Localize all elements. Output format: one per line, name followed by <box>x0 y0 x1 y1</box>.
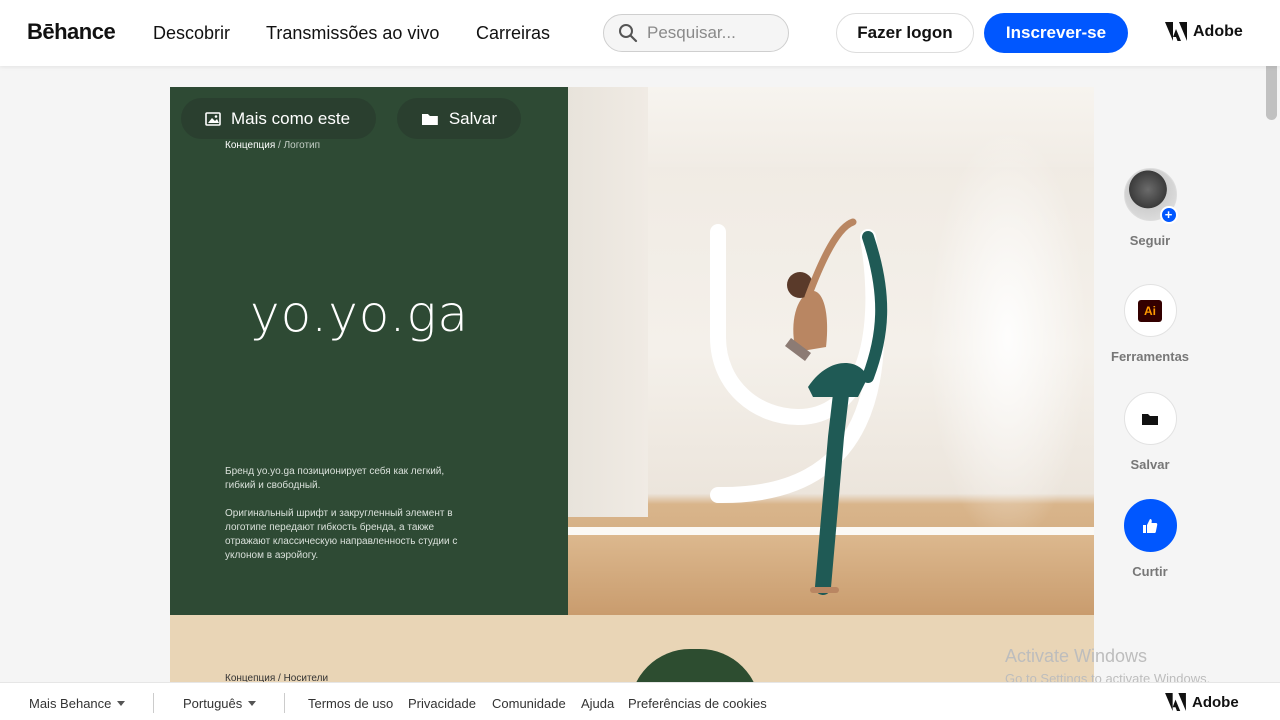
green-brand-panel: Концепция / Логотип yo.yo.ga Бренд yo.yo… <box>170 87 568 615</box>
breadcrumb: Концепция / Логотип <box>225 140 320 151</box>
thumbs-up-icon <box>1143 518 1158 533</box>
chevron-down-icon <box>248 701 257 706</box>
language-label: Português <box>183 696 243 711</box>
rail-tools[interactable]: Ai Ferramentas <box>1111 284 1189 364</box>
tools-button[interactable]: Ai <box>1123 284 1177 337</box>
nav-live-streams[interactable]: Transmissões ao vivo <box>266 23 439 44</box>
adobe-footer-link[interactable]: Adobe <box>1165 693 1239 711</box>
footer-link-community[interactable]: Comunidade <box>492 696 566 711</box>
like-button[interactable] <box>1123 499 1177 552</box>
image-icon <box>205 111 221 126</box>
project-description: Бренд yo.yo.ga позиционирует себя как ле… <box>225 465 475 563</box>
adobe-link[interactable]: Adobe <box>1165 22 1243 41</box>
breadcrumb-sep: / <box>278 140 281 151</box>
adobe-label: Adobe <box>1193 22 1243 40</box>
illustrator-icon: Ai <box>1138 299 1162 322</box>
more-behance-dropdown[interactable]: Mais Behance <box>29 696 126 711</box>
breadcrumb2-first: Концепция <box>225 673 276 682</box>
activate-title: Activate Windows <box>1005 646 1148 666</box>
save-overlay-button[interactable]: Salvar <box>397 98 521 139</box>
project-canvas: Концепция / Логотип yo.yo.ga Бренд yo.yo… <box>170 87 1094 682</box>
adobe-footer-label: Adobe <box>1192 693 1239 711</box>
signup-button[interactable]: Inscrever-se <box>984 13 1128 53</box>
adobe-icon <box>1165 22 1187 41</box>
nav-careers[interactable]: Carreiras <box>476 23 550 44</box>
more-like-this-label: Mais como este <box>231 108 351 128</box>
footer-link-help[interactable]: Ajuda <box>581 696 614 711</box>
chevron-down-icon <box>117 701 126 706</box>
breadcrumb2-second: Носители <box>283 673 329 682</box>
follow-label: Seguir <box>1129 233 1171 248</box>
yoga-photo <box>568 87 1094 615</box>
language-dropdown[interactable]: Português <box>183 696 257 711</box>
description-paragraph-2: Оригинальный шрифт и закругленный элемен… <box>225 508 458 561</box>
windows-activation-watermark: Activate Windows Go to Settings to activ… <box>1005 646 1210 686</box>
save-rail-button[interactable] <box>1123 392 1177 445</box>
brand-wordmark: yo.yo.ga <box>250 285 470 343</box>
footer-link-privacy[interactable]: Privacidade <box>408 696 476 711</box>
beige-section <box>170 615 1094 682</box>
nav-descobrir[interactable]: Descobrir <box>153 23 230 44</box>
rail-follow[interactable]: + Seguir <box>1111 168 1189 248</box>
footer-divider <box>153 693 154 713</box>
description-paragraph-1: Бренд yo.yo.ga позиционирует себя как ле… <box>225 466 445 491</box>
breadcrumb2-sep: / <box>278 673 281 682</box>
footer-link-terms[interactable]: Termos de uso <box>308 696 393 711</box>
author-avatar[interactable]: + <box>1123 168 1178 224</box>
folder-icon <box>421 113 438 125</box>
footer-divider <box>284 693 285 713</box>
footer-link-cookie-preferences[interactable]: Preferências de cookies <box>628 696 767 711</box>
breadcrumb-first: Концепция <box>225 140 276 151</box>
follow-plus-icon: + <box>1159 206 1178 224</box>
folder-icon <box>1142 413 1158 425</box>
breadcrumb-second-section: Концепция / Носители <box>225 673 328 682</box>
behance-logo[interactable]: Bēhance <box>27 19 116 45</box>
rail-save[interactable]: Salvar <box>1111 392 1189 472</box>
breadcrumb-second: Логотип <box>283 140 321 151</box>
more-like-this-button[interactable]: Mais como este <box>181 98 376 139</box>
search-icon <box>619 24 638 43</box>
like-label: Curtir <box>1132 564 1168 579</box>
search-input[interactable] <box>647 21 782 45</box>
rail-like[interactable]: Curtir <box>1111 499 1189 579</box>
save-rail-label: Salvar <box>1130 457 1170 472</box>
top-header: Bēhance Descobrir Transmissões ao vivo C… <box>0 0 1280 66</box>
login-button[interactable]: Fazer logon <box>836 13 974 53</box>
footer: Mais Behance Português Termos de uso Pri… <box>0 682 1280 720</box>
adobe-icon <box>1165 693 1186 711</box>
more-behance-label: Mais Behance <box>29 696 112 711</box>
save-overlay-label: Salvar <box>448 108 497 128</box>
tools-label: Ferramentas <box>1111 349 1190 364</box>
yoga-figure-illustration <box>710 218 888 595</box>
search-box[interactable] <box>603 14 789 52</box>
